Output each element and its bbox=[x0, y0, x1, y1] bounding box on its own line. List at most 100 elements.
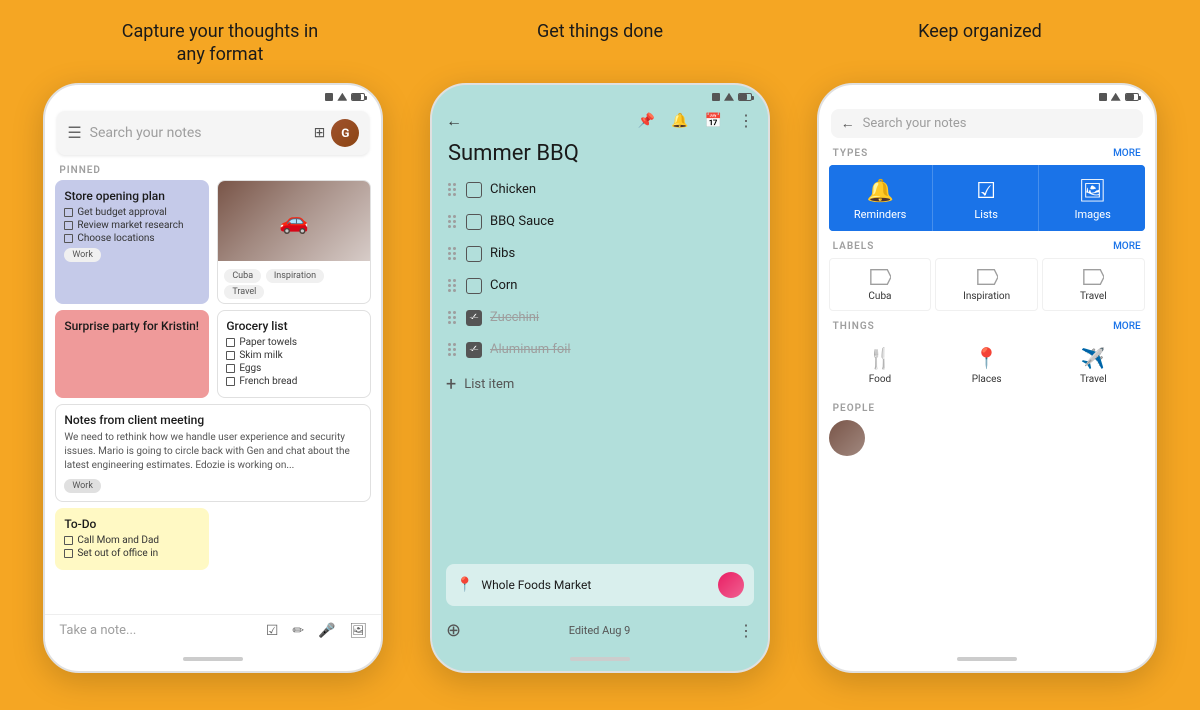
checkbox[interactable] bbox=[466, 182, 482, 198]
status-bar-2 bbox=[432, 85, 768, 105]
checklist-item-zucchini[interactable]: Zucchini bbox=[440, 302, 760, 334]
types-label: TYPES bbox=[833, 148, 869, 159]
search-input-3[interactable]: Search your notes bbox=[863, 116, 1133, 131]
note-item: Choose locations bbox=[64, 233, 200, 244]
more-options-icon[interactable]: ⋮ bbox=[738, 621, 754, 640]
type-reminders[interactable]: 🔔 Reminders bbox=[829, 165, 933, 231]
checkbox[interactable] bbox=[466, 278, 482, 294]
search-bar-3[interactable]: ← Search your notes bbox=[831, 109, 1143, 138]
things-section-header: THINGS MORE bbox=[819, 317, 1155, 336]
people-section bbox=[829, 420, 1145, 456]
note-client-meeting[interactable]: Notes from client meeting We need to ret… bbox=[55, 404, 371, 502]
tag-cuba[interactable]: Cuba bbox=[224, 269, 261, 283]
back-arrow-icon[interactable]: ← bbox=[841, 115, 855, 132]
image-icon[interactable]: 🖼 bbox=[350, 623, 368, 639]
home-bar bbox=[183, 657, 243, 661]
hamburger-icon[interactable]: ☰ bbox=[67, 123, 81, 142]
note-bbq-title: Summer BBQ bbox=[432, 137, 768, 174]
add-list-item[interactable]: + List item bbox=[440, 366, 760, 403]
types-more-button[interactable]: MORE bbox=[1113, 148, 1141, 159]
note-store-opening[interactable]: Store opening plan Get budget approval R… bbox=[55, 180, 209, 304]
note-item: Paper towels bbox=[226, 337, 362, 348]
label-shape-icon bbox=[869, 267, 891, 287]
phones-container: ☰ Search your notes ⊞ G PINNED Store ope… bbox=[30, 83, 1170, 673]
label-cuba[interactable]: Cuba bbox=[829, 258, 932, 311]
checklist-item-bbqsauce[interactable]: BBQ Sauce bbox=[440, 206, 760, 238]
location-bar[interactable]: 📍 Whole Foods Market bbox=[446, 564, 754, 606]
checkbox-checked[interactable] bbox=[466, 342, 482, 358]
grid-view-icon[interactable]: ⊞ bbox=[314, 125, 326, 141]
images-icon: 🖼 bbox=[1079, 179, 1107, 204]
note-item: Call Mom and Dad bbox=[64, 535, 200, 546]
checkbox[interactable] bbox=[466, 246, 482, 262]
labels-section-header: LABELS MORE bbox=[819, 237, 1155, 256]
search-input-1[interactable]: Search your notes bbox=[90, 125, 306, 141]
thing-travel[interactable]: ✈️ Travel bbox=[1042, 338, 1145, 393]
types-section-header: TYPES MORE bbox=[819, 144, 1155, 163]
phone-3: ← Search your notes TYPES MORE 🔔 Reminde… bbox=[817, 83, 1157, 673]
label-travel[interactable]: Travel bbox=[1042, 258, 1145, 311]
label-inspiration[interactable]: Inspiration bbox=[935, 258, 1038, 311]
labels-more-button[interactable]: MORE bbox=[1113, 241, 1141, 252]
more-icon[interactable]: ⋮ bbox=[738, 111, 754, 130]
archive-icon[interactable]: 📅 bbox=[705, 113, 722, 129]
page-header: Capture your thoughts inany format Get t… bbox=[30, 20, 1170, 67]
note-grocery[interactable]: Grocery list Paper towels Skim milk Eggs… bbox=[217, 310, 371, 398]
checklist-item-chicken[interactable]: Chicken bbox=[440, 174, 760, 206]
remind-icon[interactable]: 🔔 bbox=[671, 113, 688, 129]
checklist-item-corn[interactable]: Corn bbox=[440, 270, 760, 302]
thing-food[interactable]: 🍴 Food bbox=[829, 338, 932, 393]
add-item-label: List item bbox=[464, 377, 514, 392]
add-content-icon[interactable]: ⊕ bbox=[446, 620, 461, 641]
take-note-actions: ☑ ✏ 🎤 🖼 bbox=[266, 623, 368, 639]
toolbar-icons: 📌 🔔 📅 ⋮ bbox=[638, 111, 754, 130]
tag-work[interactable]: Work bbox=[64, 479, 101, 493]
things-more-button[interactable]: MORE bbox=[1113, 321, 1141, 332]
note-todo[interactable]: To-Do Call Mom and Dad Set out of office… bbox=[55, 508, 209, 570]
pencil-icon[interactable]: ✏ bbox=[292, 623, 304, 639]
search-bar-1[interactable]: ☰ Search your notes ⊞ G bbox=[57, 111, 369, 155]
checkbox-icon[interactable]: ☑ bbox=[266, 623, 279, 639]
mic-icon[interactable]: 🎤 bbox=[318, 623, 335, 639]
item-text: Zucchini bbox=[490, 310, 539, 325]
label-name: Cuba bbox=[868, 291, 891, 302]
checkbox bbox=[226, 377, 235, 386]
photo-image bbox=[218, 181, 370, 261]
photo-tags: Cuba Inspiration Travel bbox=[218, 261, 370, 303]
type-lists[interactable]: ☑ Lists bbox=[935, 165, 1039, 231]
item-text: Corn bbox=[490, 278, 517, 293]
things-grid: 🍴 Food 📍 Places ✈️ Travel bbox=[829, 338, 1145, 393]
pin-icon[interactable]: 📌 bbox=[638, 113, 655, 129]
checklist-item-aluminum[interactable]: Aluminum foil bbox=[440, 334, 760, 366]
back-arrow-icon[interactable]: ← bbox=[446, 111, 462, 131]
label-name: Travel bbox=[1080, 291, 1107, 302]
note-photo[interactable]: Cuba Inspiration Travel bbox=[217, 180, 371, 304]
tag-travel[interactable]: Travel bbox=[224, 285, 264, 299]
phone-1: ☰ Search your notes ⊞ G PINNED Store ope… bbox=[43, 83, 383, 673]
checkbox bbox=[64, 536, 73, 545]
checklist-item-ribs[interactable]: Ribs bbox=[440, 238, 760, 270]
avatar[interactable]: G bbox=[331, 119, 359, 147]
phone-1-content: ☰ Search your notes ⊞ G PINNED Store ope… bbox=[45, 105, 381, 614]
note-toolbar: ← 📌 🔔 📅 ⋮ bbox=[432, 105, 768, 137]
pinned-label: PINNED bbox=[45, 163, 381, 180]
checkbox[interactable] bbox=[466, 214, 482, 230]
checkbox-checked[interactable] bbox=[466, 310, 482, 326]
people-label: PEOPLE bbox=[833, 403, 875, 414]
type-images[interactable]: 🖼 Images bbox=[1041, 165, 1145, 231]
status-bar-3 bbox=[819, 85, 1155, 105]
take-note-bar[interactable]: Take a note... ☑ ✏ 🎤 🖼 bbox=[45, 614, 381, 647]
item-text: Aluminum foil bbox=[490, 342, 571, 357]
types-grid: 🔔 Reminders ☑ Lists 🖼 Images bbox=[829, 165, 1145, 231]
battery-icon bbox=[1125, 93, 1139, 101]
phone-2-content: ← 📌 🔔 📅 ⋮ Summer BBQ bbox=[432, 105, 768, 647]
tag-work[interactable]: Work bbox=[64, 248, 101, 262]
tag-inspiration[interactable]: Inspiration bbox=[266, 269, 324, 283]
battery-icon bbox=[738, 93, 752, 101]
wifi-icon bbox=[1111, 93, 1121, 101]
thing-places[interactable]: 📍 Places bbox=[935, 338, 1038, 393]
person-avatar[interactable] bbox=[829, 420, 865, 456]
labels-grid: Cuba Inspiration Travel bbox=[829, 258, 1145, 311]
note-title: Surprise party for Kristin! bbox=[64, 319, 200, 333]
note-surprise-party[interactable]: Surprise party for Kristin! bbox=[55, 310, 209, 398]
